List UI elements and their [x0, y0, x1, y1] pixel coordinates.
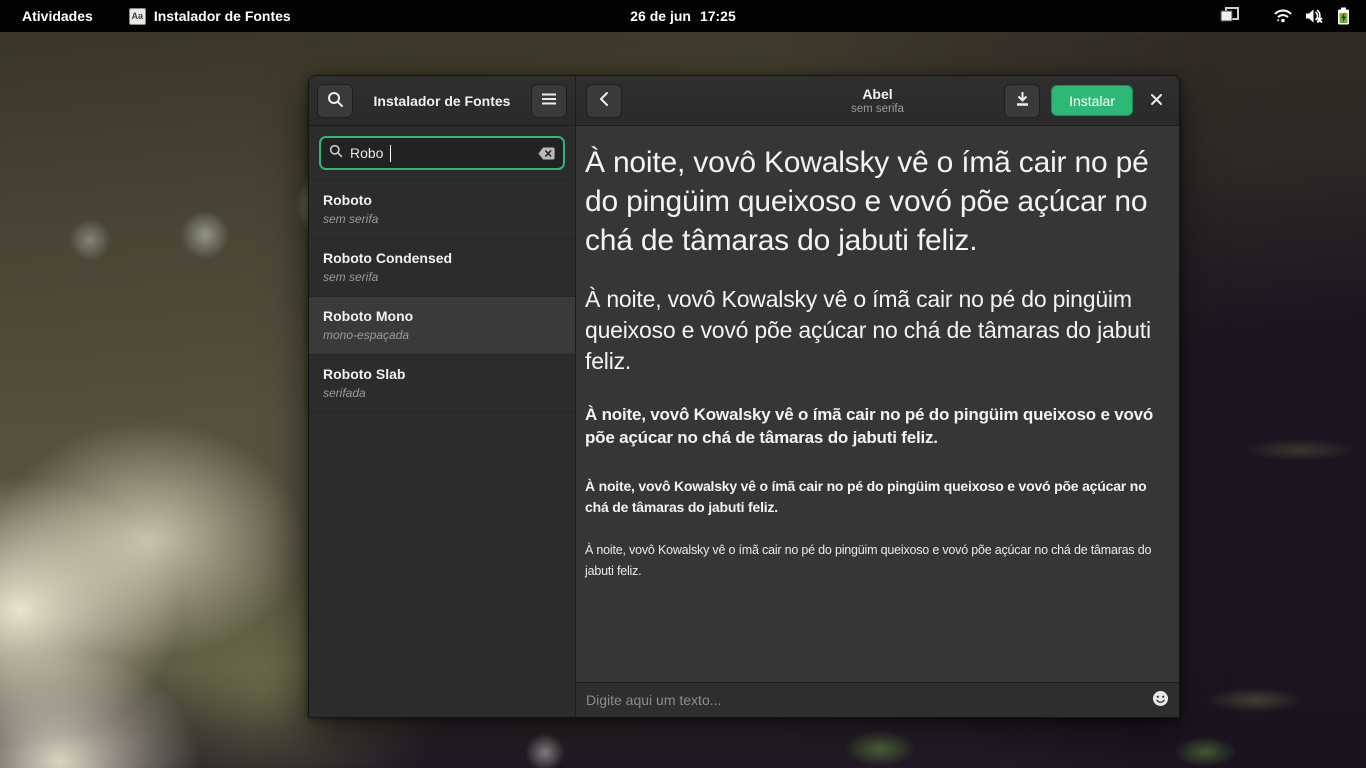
date-label: 26 de jun: [630, 8, 691, 24]
clear-search-icon[interactable]: [538, 147, 555, 160]
search-value: Robo: [350, 145, 383, 161]
font-installer-app-icon: Aa: [129, 8, 146, 25]
search-icon: [327, 91, 344, 111]
download-button[interactable]: [1004, 84, 1040, 118]
time-label: 17:25: [700, 8, 736, 24]
text-caret: [390, 145, 391, 162]
install-button[interactable]: Instalar: [1051, 85, 1133, 116]
clock-button[interactable]: 26 de jun 17:25: [630, 8, 736, 24]
hamburger-menu-icon: [541, 92, 557, 109]
search-toggle-button[interactable]: [317, 84, 353, 118]
close-icon: [1150, 93, 1163, 109]
preview-font-name: Abel: [851, 86, 904, 102]
preview-title-box: Abel sem serifa: [851, 86, 904, 116]
sidebar-title: Instalador de Fontes: [374, 93, 511, 109]
download-icon: [1015, 91, 1030, 110]
custom-text-bar: [576, 682, 1179, 717]
sidebar: Instalador de Fontes: [309, 76, 576, 717]
pangram-size-3: À noite, vovô Kowalsky vê o ímã cair no …: [585, 403, 1169, 449]
font-list-item-roboto[interactable]: Roboto sem serifa: [309, 181, 575, 239]
back-button[interactable]: [586, 84, 622, 118]
search-row: Robo: [309, 126, 575, 181]
font-installer-window: Instalador de Fontes: [308, 75, 1180, 718]
activities-button[interactable]: Atividades: [22, 8, 93, 24]
window-switcher-icon[interactable]: [1220, 6, 1240, 27]
emoji-picker-button[interactable]: [1152, 690, 1169, 710]
wifi-icon[interactable]: *: [1274, 8, 1292, 24]
font-preview-pane: Abel sem serifa Instalar: [576, 76, 1179, 717]
volume-muted-icon[interactable]: [1305, 8, 1324, 24]
chevron-left-icon: [599, 91, 609, 110]
preview-text-area[interactable]: À noite, vovô Kowalsky vê o ímã cair no …: [576, 126, 1179, 682]
preview-font-style: sem serifa: [851, 102, 904, 116]
search-input[interactable]: Robo: [319, 136, 565, 170]
custom-text-input[interactable]: [586, 692, 1144, 708]
svg-text:*: *: [1277, 20, 1280, 25]
sidebar-headerbar: Instalador de Fontes: [309, 76, 575, 126]
search-entry-icon: [329, 144, 343, 163]
smiley-icon: [1152, 690, 1169, 710]
pangram-size-2: À noite, vovô Kowalsky vê o ímã cair no …: [585, 284, 1169, 377]
battery-charging-icon[interactable]: [1337, 7, 1350, 25]
primary-menu-button[interactable]: [531, 84, 567, 118]
font-search-results: Roboto sem serifa Roboto Condensed sem s…: [309, 181, 575, 717]
pangram-size-1: À noite, vovô Kowalsky vê o ímã cair no …: [585, 143, 1169, 260]
preview-headerbar: Abel sem serifa Instalar: [576, 76, 1179, 126]
font-list-item-roboto-slab[interactable]: Roboto Slab serifada: [309, 355, 575, 413]
gnome-top-bar: Atividades Aa Instalador de Fontes 26 de…: [0, 0, 1366, 32]
font-list-item-roboto-condensed[interactable]: Roboto Condensed sem serifa: [309, 239, 575, 297]
pangram-size-4: À noite, vovô Kowalsky vê o ímã cair no …: [585, 476, 1169, 518]
focused-app-menu[interactable]: Aa Instalador de Fontes: [129, 8, 291, 25]
focused-app-name: Instalador de Fontes: [154, 8, 291, 24]
pangram-size-5: À noite, vovô Kowalsky vê o ímã cair no …: [585, 540, 1169, 582]
font-list-item-roboto-mono[interactable]: Roboto Mono mono-espaçada: [309, 297, 575, 355]
close-window-button[interactable]: [1144, 89, 1169, 113]
